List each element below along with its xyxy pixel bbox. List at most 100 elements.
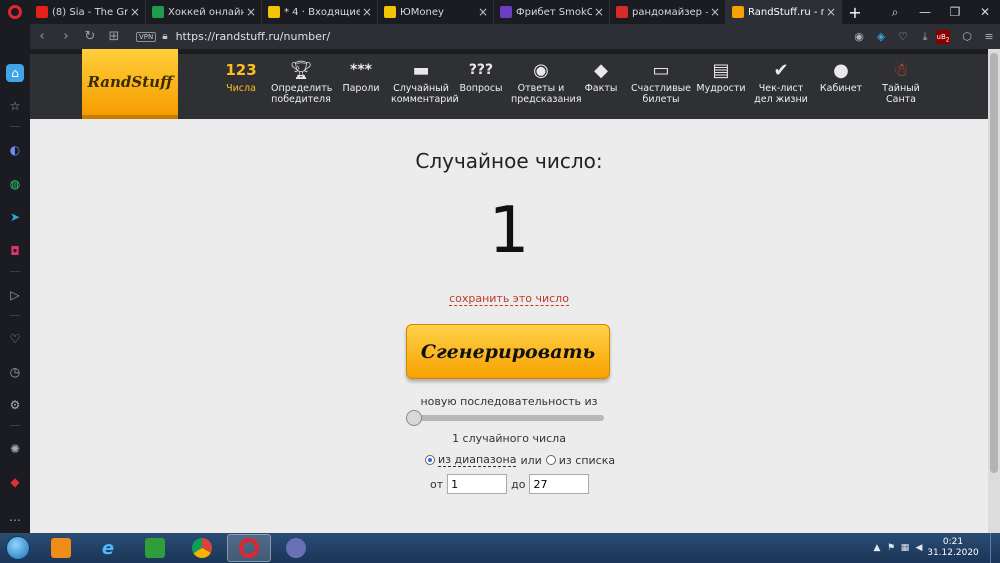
vpn-badge[interactable]: VPN <box>136 31 157 42</box>
menu-item[interactable]: ● Кабинет <box>811 57 871 105</box>
tab-close-icon[interactable]: × <box>244 5 258 19</box>
generate-button[interactable]: Сгенерировать <box>406 324 610 379</box>
menu-item[interactable]: ◉ Ответы и предсказания <box>511 57 581 105</box>
instagram-icon[interactable]: ◘ <box>6 242 24 260</box>
settings-icon[interactable]: ⚙ <box>6 396 24 414</box>
home-icon[interactable]: ⌂ <box>6 64 24 82</box>
to-label: до <box>511 477 526 491</box>
tab-close-icon[interactable]: × <box>128 5 142 19</box>
taskbar-opera[interactable] <box>227 534 271 562</box>
list-radio[interactable] <box>545 455 556 465</box>
menu-item[interactable]: 123 Числа <box>211 57 271 105</box>
tab-favicon-icon <box>36 6 48 18</box>
telegram-icon[interactable]: ➤ <box>6 208 24 226</box>
menu-item[interactable]: ◆ Факты <box>571 57 631 105</box>
star-icon[interactable]: ☆ <box>6 97 24 115</box>
taskbar-internet-explorer[interactable]: e <box>86 534 130 562</box>
ublock-icon[interactable]: uB2 <box>936 29 950 44</box>
browser-tab[interactable]: RandStuff.ru - генер× <box>726 0 842 24</box>
tab-close-icon[interactable]: × <box>708 5 722 19</box>
lock-icon[interactable]: 🔒︎ <box>162 31 167 42</box>
site-menu: 123 Числа 🏆︎ Определить победителя *** Пароли… <box>211 57 931 105</box>
web-page: RandStuff 123 Числа 🏆︎ Определить победител… <box>30 49 1000 533</box>
search-tabs-icon[interactable]: ⌕ <box>880 0 910 24</box>
lightbulb-icon[interactable]: ✺ <box>6 440 24 458</box>
minimize-icon[interactable]: — <box>910 0 940 24</box>
taskbar-media-player[interactable] <box>39 534 83 562</box>
forward-icon[interactable]: › <box>54 29 78 44</box>
reload-icon[interactable]: ↻ <box>78 29 102 44</box>
browser-tab[interactable]: рандомайзер — Ян× <box>610 0 726 24</box>
history-icon[interactable]: ◷ <box>6 363 24 381</box>
tray-flag-icon[interactable]: ⚑ <box>884 543 898 553</box>
browser-tab[interactable]: * 4 · Входящие — Я× <box>262 0 378 24</box>
menu-item-label: Определить победителя <box>271 83 333 105</box>
taskbar-app-green[interactable] <box>133 534 177 562</box>
range-inputs: от до <box>430 474 590 494</box>
tray-network-icon[interactable]: ▦ <box>898 543 912 553</box>
tab-close-icon[interactable]: × <box>824 5 838 19</box>
tab-close-icon[interactable]: × <box>592 5 606 19</box>
adblock-shield-icon[interactable]: ◈ <box>870 30 892 43</box>
menu--icon: *** <box>350 61 372 78</box>
menu-item[interactable]: ☃ Тайный Санта <box>871 57 931 105</box>
save-number-link-wrapper: сохранить это число <box>30 292 988 306</box>
camera-icon[interactable]: ◉ <box>848 30 870 43</box>
menu-item[interactable]: *** Пароли <box>331 57 391 105</box>
site-header: RandStuff 123 Числа 🏆︎ Определить победител… <box>30 49 1000 119</box>
menu-user-icon: ● <box>833 59 849 81</box>
menu-item[interactable]: ▬ Случайный комментарий <box>391 57 459 105</box>
slider-handle[interactable] <box>406 410 422 426</box>
from-input[interactable] <box>447 474 508 494</box>
save-number-link[interactable]: сохранить это число <box>449 292 569 306</box>
address-bar: ‹ › ↻ ⊞ VPN 🔒︎ https://randstuff.ru/numb… <box>30 24 1000 49</box>
close-window-icon[interactable]: ✕ <box>970 0 1000 24</box>
whatsapp-icon[interactable]: ◍ <box>6 175 24 193</box>
tab-favicon-icon <box>152 6 164 18</box>
range-option-label[interactable]: из диапазона <box>438 453 517 467</box>
browser-tab[interactable]: Хоккей онлайн — ж× <box>146 0 262 24</box>
to-input[interactable] <box>529 474 590 494</box>
range-radio[interactable] <box>425 455 435 465</box>
tab-close-icon[interactable]: × <box>476 5 490 19</box>
site-logo[interactable]: RandStuff <box>82 49 178 119</box>
browser-tab[interactable]: (8) Sia - The Greatest× <box>30 0 146 24</box>
taskbar-app-arc[interactable] <box>274 534 318 562</box>
heart-icon[interactable]: ♡ <box>892 30 914 43</box>
start-button[interactable] <box>0 533 36 563</box>
messenger-icon[interactable]: ◐ <box>6 141 24 159</box>
ublock-sidebar-icon[interactable]: ◆ <box>6 473 24 491</box>
cube-icon[interactable]: ⬡ <box>956 30 978 43</box>
new-tab-button[interactable]: + <box>842 0 868 24</box>
menu-item[interactable]: ▭ Счастливые билеты <box>631 57 691 105</box>
menu-item-label: Факты <box>584 83 618 94</box>
list-option-label[interactable]: из списка <box>559 454 615 467</box>
browser-tab[interactable]: ЮMoney × <box>378 0 494 24</box>
opera-menu-button[interactable] <box>0 0 30 24</box>
taskbar-chrome[interactable] <box>180 534 224 562</box>
favorites-heart-icon[interactable]: ♡ <box>6 330 24 348</box>
arc-app-icon <box>286 538 306 558</box>
tray-clock[interactable]: 0:21 31.12.2020 <box>926 537 980 559</box>
scrollbar-thumb[interactable] <box>990 53 998 473</box>
menu-item[interactable]: ▤ Мудрости <box>691 57 751 105</box>
browser-tab[interactable]: Фрибет SmokCoin× <box>494 0 610 24</box>
download-icon[interactable]: ⤓ <box>914 30 936 44</box>
show-desktop-button[interactable] <box>990 533 1000 563</box>
menu-icon[interactable]: ≡ <box>978 30 1000 43</box>
tray-expand-icon[interactable]: ▲ <box>870 543 884 553</box>
url-field[interactable]: https://randstuff.ru/number/ <box>176 30 331 43</box>
tab-grid-icon[interactable]: ⊞ <box>102 29 126 44</box>
page-scrollbar[interactable] <box>988 49 1000 533</box>
tab-close-icon[interactable]: × <box>360 5 374 19</box>
tray-volume-icon[interactable]: ◀ <box>912 543 926 553</box>
menu-item[interactable]: 🏆︎ Определить победителя <box>271 57 333 105</box>
sidebar-separator <box>10 271 20 272</box>
count-slider[interactable] <box>406 410 604 426</box>
menu-item[interactable]: ✔ Чек-лист дел жизни <box>751 57 811 105</box>
player-icon[interactable]: ▷ <box>6 286 24 304</box>
maximize-icon[interactable]: ❐ <box>940 0 970 24</box>
menu-item[interactable]: ??? Вопросы <box>451 57 511 105</box>
back-icon[interactable]: ‹ <box>30 29 54 44</box>
more-icon[interactable]: … <box>6 508 24 526</box>
